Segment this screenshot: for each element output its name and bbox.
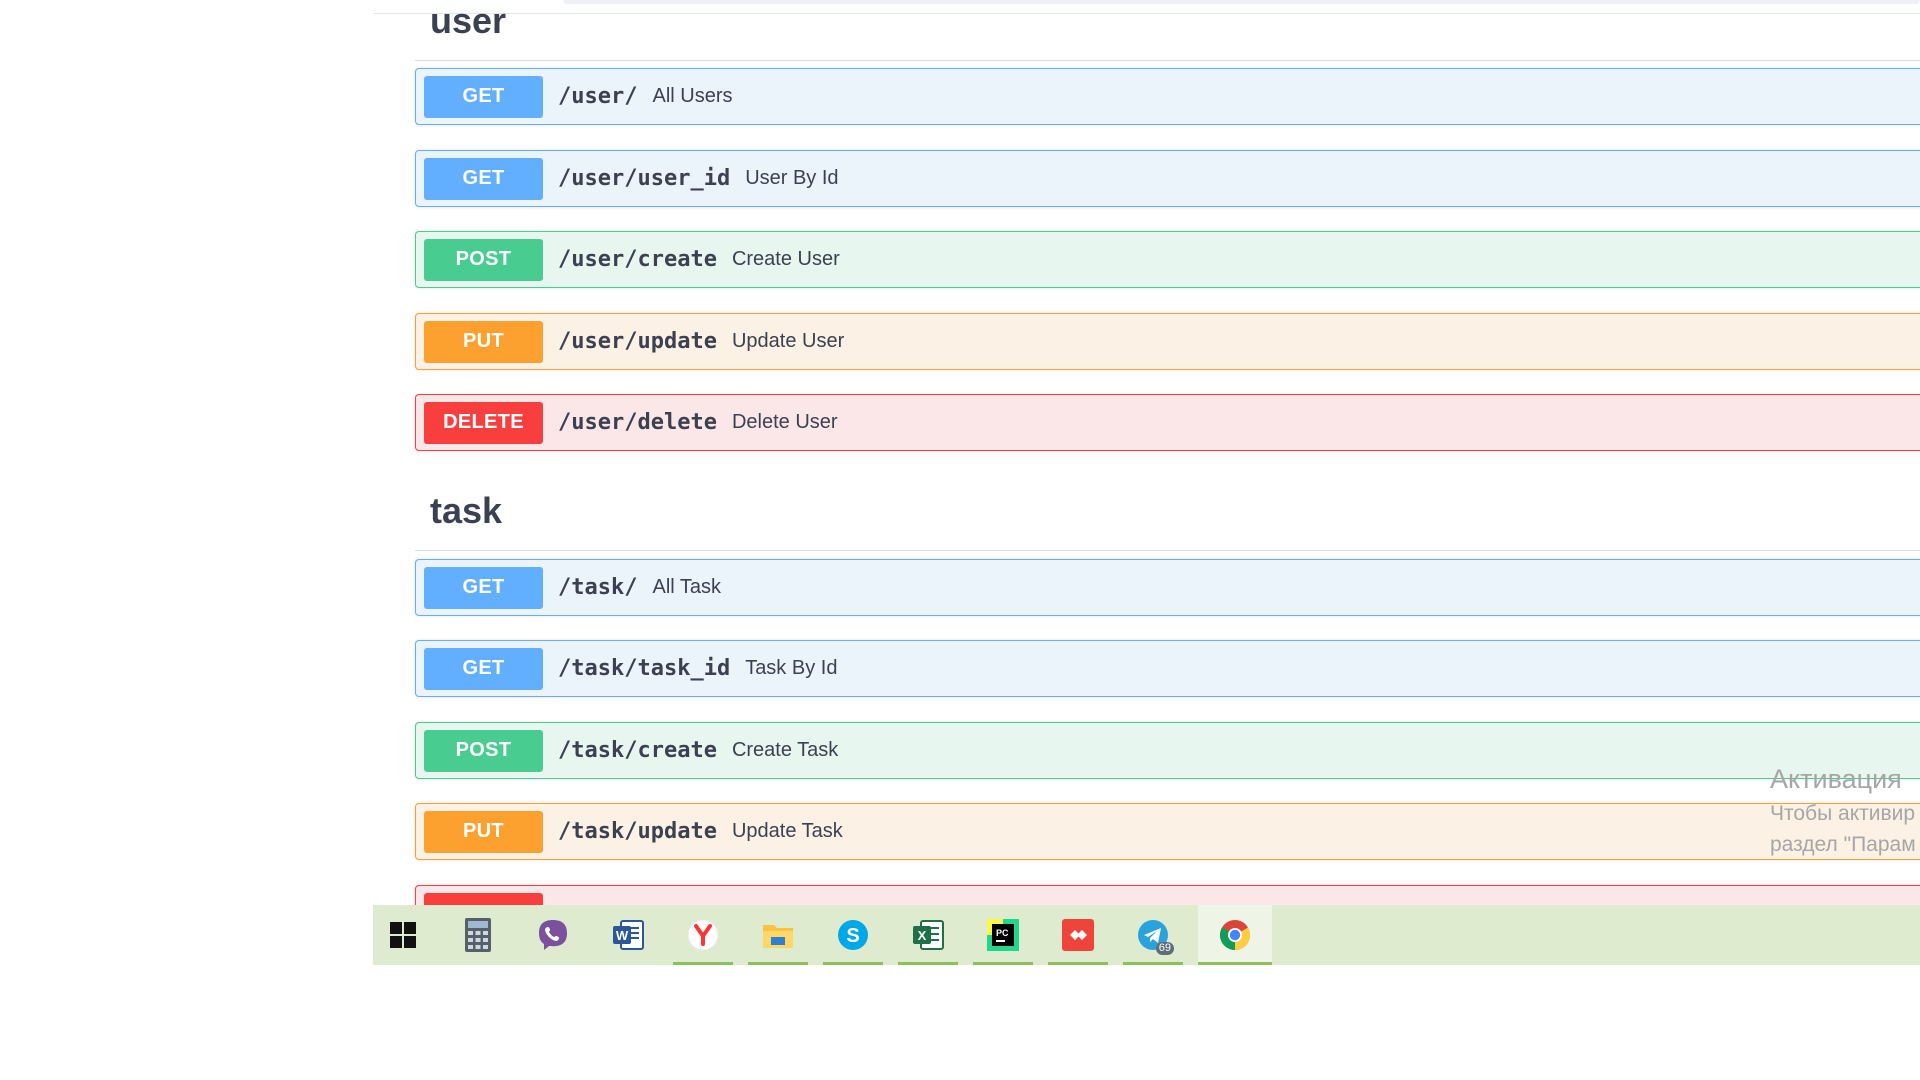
chrome-icon bbox=[1220, 920, 1251, 950]
operation-create-task[interactable]: POST /task/create Create Task bbox=[415, 722, 1920, 779]
section-divider bbox=[415, 550, 1920, 551]
operation-get-tasks[interactable]: GET /task/ All Task bbox=[415, 559, 1920, 616]
method-badge: GET bbox=[424, 566, 543, 609]
taskbar-telegram[interactable]: 69 bbox=[1123, 905, 1183, 965]
excel-icon: X bbox=[913, 920, 944, 950]
svg-text:X: X bbox=[918, 928, 927, 943]
taskbar-chrome[interactable] bbox=[1198, 905, 1272, 965]
taskbar-yandex-browser[interactable] bbox=[673, 905, 733, 965]
word-icon: W bbox=[613, 920, 644, 950]
pycharm-icon: PC bbox=[987, 919, 1019, 951]
operation-summary: Create User bbox=[731, 248, 840, 270]
operation-get-users[interactable]: GET /user/ All Users bbox=[415, 68, 1920, 125]
top-divider bbox=[373, 13, 1920, 14]
skype-icon: S bbox=[838, 920, 868, 950]
activation-watermark-line: раздел "Парам bbox=[1770, 833, 1916, 856]
operation-summary: Update Task bbox=[731, 820, 843, 842]
operation-path: /user/user_id bbox=[558, 166, 731, 191]
taskbar-calculator[interactable] bbox=[448, 905, 508, 965]
operation-update-task[interactable]: PUT /task/update Update Task bbox=[415, 803, 1920, 860]
top-bar-remnant bbox=[563, 0, 1920, 4]
operation-update-user[interactable]: PUT /user/update Update User bbox=[415, 313, 1920, 370]
operation-summary: User By Id bbox=[745, 167, 839, 189]
activation-watermark-title: Активация bbox=[1770, 764, 1902, 794]
operation-delete-task-partial[interactable] bbox=[415, 885, 1920, 905]
operation-delete-user[interactable]: DELETE /user/delete Delete User bbox=[415, 394, 1920, 451]
method-badge: DELETE bbox=[424, 401, 543, 444]
operation-path: /user/ bbox=[558, 84, 638, 109]
taskbar-excel[interactable]: X bbox=[898, 905, 958, 965]
taskbar-file-explorer[interactable] bbox=[748, 905, 808, 965]
start-button[interactable] bbox=[373, 905, 433, 965]
operation-path: /task/task_id bbox=[558, 656, 731, 681]
svg-text:PC: PC bbox=[996, 928, 1009, 938]
taskbar-pycharm[interactable]: PC bbox=[973, 905, 1033, 965]
section-title-task[interactable]: task bbox=[430, 490, 502, 532]
method-badge bbox=[424, 892, 543, 905]
taskbar-viber[interactable] bbox=[523, 905, 583, 965]
taskbar: W S X PC 69 bbox=[373, 905, 1920, 965]
method-badge: PUT bbox=[424, 320, 543, 363]
folder-icon bbox=[763, 925, 793, 948]
calculator-icon bbox=[465, 918, 491, 952]
swagger-page: user GET /user/ All Users GET /user/user… bbox=[373, 0, 1920, 905]
operation-path: /user/create bbox=[558, 247, 717, 272]
section-divider bbox=[415, 60, 1920, 61]
section-title-user[interactable]: user bbox=[430, 0, 506, 42]
operation-path: /task/create bbox=[558, 738, 717, 763]
operation-get-user-by-id[interactable]: GET /user/user_id User By Id bbox=[415, 150, 1920, 207]
method-badge: GET bbox=[424, 75, 543, 118]
operation-path: /user/delete bbox=[558, 410, 717, 435]
operation-get-task-by-id[interactable]: GET /task/task_id Task By Id bbox=[415, 640, 1920, 697]
activation-watermark-line: Чтобы активир bbox=[1770, 802, 1916, 825]
method-badge: PUT bbox=[424, 810, 543, 853]
yandex-browser-icon bbox=[687, 919, 719, 951]
operation-path: /task/update bbox=[558, 819, 717, 844]
telegram-unread-badge: 69 bbox=[1155, 942, 1174, 955]
taskbar-word[interactable]: W bbox=[598, 905, 658, 965]
operation-summary: Create Task bbox=[731, 739, 839, 761]
operation-create-user[interactable]: POST /user/create Create User bbox=[415, 231, 1920, 288]
anydesk-icon bbox=[1062, 919, 1094, 951]
taskbar-anydesk[interactable] bbox=[1048, 905, 1108, 965]
operation-summary: Delete User bbox=[731, 411, 838, 433]
operation-summary: Update User bbox=[731, 330, 845, 352]
method-badge: GET bbox=[424, 157, 543, 200]
operation-summary: Task By Id bbox=[745, 657, 838, 679]
svg-text:S: S bbox=[846, 925, 859, 947]
method-badge: GET bbox=[424, 647, 543, 690]
viber-icon bbox=[539, 920, 567, 950]
svg-text:W: W bbox=[616, 928, 629, 943]
operation-path: /task/ bbox=[558, 575, 638, 600]
method-badge: POST bbox=[424, 729, 543, 772]
operation-path: /user/update bbox=[558, 329, 717, 354]
windows-icon bbox=[390, 922, 416, 948]
taskbar-skype[interactable]: S bbox=[823, 905, 883, 965]
operation-summary: All Users bbox=[652, 85, 733, 107]
method-badge: POST bbox=[424, 238, 543, 281]
operation-summary: All Task bbox=[652, 576, 722, 598]
